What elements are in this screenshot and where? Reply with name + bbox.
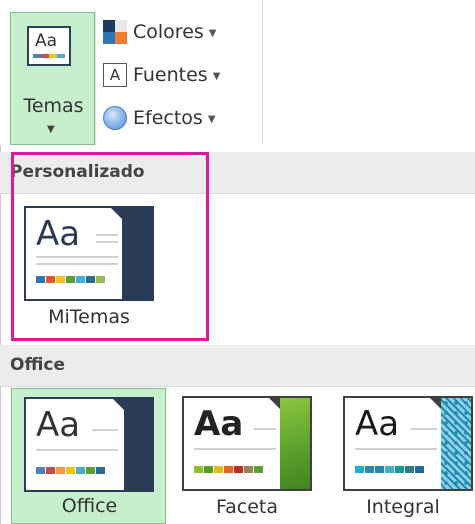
caret-down-icon: ▼ (47, 124, 55, 135)
theme-preview-text: Aa (36, 405, 81, 445)
theme-name: Office (61, 495, 118, 517)
ribbon-separator (262, 0, 263, 145)
theme-thumbnail: Aa (182, 396, 312, 491)
caret-down-icon: ▼ (208, 27, 217, 39)
efectos-button[interactable]: Efectos ▼ (103, 101, 216, 135)
highlight-frame (11, 152, 209, 341)
theme-name: Integral (366, 496, 440, 518)
font-icon: A (103, 63, 127, 87)
theme-thumbnail: Aa (343, 396, 473, 491)
fuentes-label: Fuentes (133, 64, 208, 86)
caret-down-icon: ▼ (212, 70, 221, 82)
section-title: Office (10, 355, 66, 375)
caret-down-icon: ▼ (207, 113, 216, 125)
theme-preview-text: Aa (355, 404, 400, 444)
effects-icon (103, 106, 127, 130)
temas-button[interactable]: Aa Temas ▼ (10, 12, 95, 145)
theme-preview-text: Aa (194, 404, 244, 444)
theme-tile-integral[interactable]: Aa (343, 396, 473, 491)
theme-tile-office[interactable]: Aa Office (11, 388, 166, 524)
theme-tile-faceta[interactable]: Aa (182, 396, 312, 491)
ribbon-separator (95, 12, 96, 145)
design-ribbon: Aa Temas ▼ Colores ▼ A Fuentes ▼ Efectos… (0, 0, 475, 146)
fuentes-button[interactable]: A Fuentes ▼ (103, 58, 220, 92)
color-palette-icon (103, 20, 127, 44)
theme-name: Faceta (215, 496, 279, 518)
colores-button[interactable]: Colores ▼ (103, 15, 216, 49)
efectos-label: Efectos (133, 107, 203, 129)
theme-icon: Aa (27, 26, 71, 66)
colores-label: Colores (133, 21, 204, 43)
temas-label: Temas (23, 95, 84, 117)
section-header-office: Office (0, 345, 475, 387)
theme-icon-text: Aa (35, 31, 58, 51)
theme-thumbnail: Aa (24, 397, 154, 492)
